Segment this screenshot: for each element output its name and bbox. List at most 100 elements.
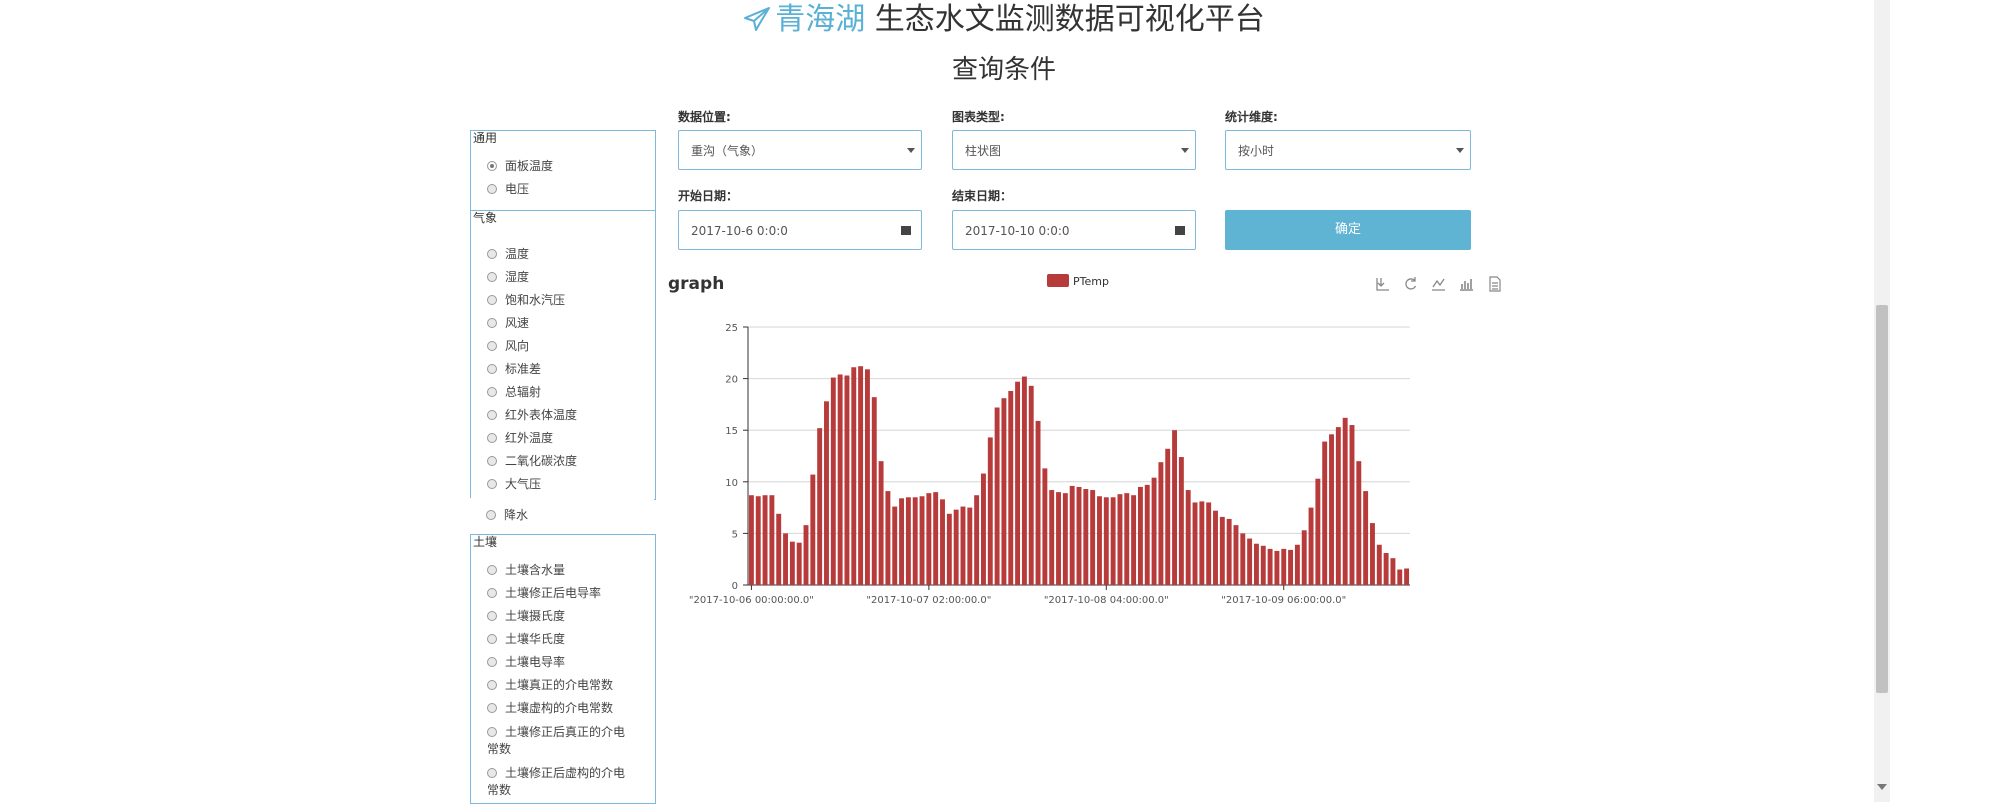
ptemp-bar (1281, 548, 1287, 585)
sensor-radio-option[interactable]: 风速 (487, 316, 529, 330)
data-view-icon[interactable] (1487, 276, 1502, 292)
data-zoom-icon[interactable] (1375, 276, 1390, 292)
radio-button-icon[interactable] (487, 565, 497, 575)
ptemp-bar (1342, 417, 1348, 585)
ptemp-bar (1267, 548, 1273, 585)
chart-legend[interactable]: PTemp (1047, 274, 1109, 289)
start-date-input[interactable]: 2017-10-6 0:0:0 (678, 210, 922, 250)
radio-button-icon[interactable] (487, 657, 497, 667)
sensor-radio-option[interactable]: 风向 (487, 339, 529, 353)
sensor-radio-option[interactable]: 土壤真正的介电常数 (487, 678, 613, 692)
calendar-icon[interactable] (1175, 226, 1185, 235)
radio-button-icon[interactable] (487, 295, 497, 305)
radio-button-icon[interactable] (487, 727, 497, 737)
radio-button-icon[interactable] (487, 184, 497, 194)
radio-button-icon[interactable] (487, 456, 497, 466)
ptemp-bar (824, 401, 829, 585)
sensor-radio-option[interactable]: 面板温度 (487, 159, 553, 173)
ptemp-bar (1363, 491, 1369, 585)
restore-icon[interactable] (1403, 276, 1418, 292)
ptemp-bar (1294, 544, 1300, 585)
bar-chart-icon[interactable] (1459, 276, 1474, 292)
sensor-radio-option[interactable]: 大气压 (487, 477, 541, 491)
sensor-radio-option[interactable]: 二氧化碳浓度 (487, 454, 577, 468)
ptemp-bar (892, 506, 898, 585)
ptemp-bar (1219, 516, 1225, 585)
end-date-input[interactable]: 2017-10-10 0:0:0 (952, 210, 1196, 250)
sensor-radio-label: 二氧化碳浓度 (505, 454, 578, 468)
sensor-radio-label: 大气压 (505, 477, 542, 491)
sensor-radio-option[interactable]: 总辐射 (487, 385, 541, 399)
sensor-radio-label: 饱和水汽压 (505, 293, 566, 307)
x-tick-label: "2017-10-09 06:00:00.0" (1221, 595, 1346, 605)
sensor-radio-option[interactable]: 土壤修正后真正的介电常数 (487, 724, 627, 758)
sensor-radio-option[interactable]: 温度 (487, 247, 529, 261)
paper-plane-icon (744, 7, 771, 31)
scroll-down-arrow-icon[interactable] (1877, 784, 1887, 790)
sensor-radio-option[interactable]: 电压 (487, 182, 529, 196)
chart-type-select[interactable]: 柱状图 (952, 130, 1196, 170)
ptemp-bar (1144, 484, 1150, 585)
end-date-label: 结束日期： (952, 189, 1013, 203)
radio-button-icon[interactable] (487, 272, 497, 282)
sensor-group-title: 气象 (473, 211, 498, 225)
stat-dimension-select[interactable]: 按小时 (1225, 130, 1471, 170)
radio-button-icon[interactable] (487, 479, 497, 489)
sensor-radio-option[interactable]: 饱和水汽压 (487, 293, 565, 307)
radio-button-icon[interactable] (487, 433, 497, 443)
ptemp-bar (1008, 390, 1014, 585)
sensor-radio-option[interactable]: 土壤修正后虚构的介电常数 (487, 765, 627, 799)
sensor-radio-option[interactable]: 红外温度 (487, 431, 553, 445)
sensor-group-0: 通用 面板温度 电压 (470, 130, 656, 212)
radio-button-icon[interactable] (487, 588, 497, 598)
ptemp-bar (878, 461, 884, 585)
sensor-radio-option[interactable]: 红外表体温度 (487, 408, 577, 422)
line-chart-icon[interactable] (1431, 276, 1446, 292)
sensor-radio-label: 降水 (504, 508, 529, 522)
ptemp-bar (789, 541, 795, 585)
radio-button-icon[interactable] (487, 611, 497, 621)
ptemp-bar (1322, 441, 1328, 585)
scrollbar-thumb[interactable] (1876, 305, 1888, 693)
ptemp-bar (1124, 493, 1130, 585)
radio-button-icon[interactable] (487, 703, 497, 713)
ptemp-bar (755, 496, 761, 585)
sensor-radio-label: 土壤摄氏度 (505, 609, 566, 623)
radio-button-icon[interactable] (487, 364, 497, 374)
radio-button-icon[interactable] (487, 680, 497, 690)
ptemp-bar (1213, 510, 1218, 585)
radio-button-icon[interactable] (487, 318, 497, 328)
radio-button-icon[interactable] (487, 387, 497, 397)
ptemp-bar (803, 525, 809, 585)
chevron-down-icon (1456, 148, 1464, 153)
y-tick-label: 15 (725, 426, 738, 437)
confirm-button[interactable]: 确定 (1225, 210, 1471, 250)
ptemp-bar (953, 509, 959, 585)
radio-button-icon[interactable] (487, 341, 497, 351)
sensor-radio-option[interactable]: 土壤电导率 (487, 655, 565, 669)
calendar-icon[interactable] (901, 226, 911, 235)
sensor-radio-label: 红外表体温度 (505, 408, 578, 422)
ptemp-bar (810, 474, 816, 585)
sensor-radio-option[interactable]: 土壤虚构的介电常数 (487, 701, 613, 715)
sensor-radio-option[interactable]: 标准差 (487, 362, 541, 376)
radio-button-icon[interactable] (487, 634, 497, 644)
radio-button-icon[interactable] (487, 249, 497, 259)
ptemp-bar (817, 428, 823, 585)
radio-button-icon[interactable] (486, 510, 496, 520)
sensor-radio-option[interactable]: 湿度 (487, 270, 529, 284)
ptemp-bar (940, 499, 945, 585)
ptemp-bar (776, 513, 782, 585)
radio-button-icon[interactable] (487, 768, 497, 778)
sensor-radio-option[interactable]: 土壤华氏度 (487, 632, 565, 646)
location-select[interactable]: 重沟（气象） (678, 130, 922, 170)
radio-button-icon[interactable] (487, 161, 497, 171)
sensor-radio-option[interactable]: 土壤摄氏度 (487, 609, 565, 623)
sensor-radio-option[interactable]: 土壤修正后电导率 (487, 586, 601, 600)
x-tick-label: "2017-10-07 02:00:00.0" (866, 595, 991, 605)
ptemp-bar (1253, 543, 1259, 585)
ptemp-bar (844, 375, 850, 585)
sensor-radio-option[interactable]: 降水 (486, 508, 528, 522)
radio-button-icon[interactable] (487, 410, 497, 420)
sensor-radio-option[interactable]: 土壤含水量 (487, 563, 565, 577)
